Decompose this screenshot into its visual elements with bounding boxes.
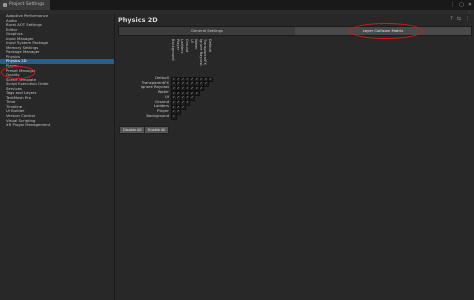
matrix-column-label: TransparentFX [203, 39, 208, 65]
matrix-column-label: Ground [185, 39, 189, 53]
matrix-row-label: Background [146, 112, 169, 118]
matrix-column-label: UI [189, 39, 194, 43]
window-title: Project Settings [9, 2, 45, 7]
more-icon[interactable]: ⋮ [450, 0, 455, 10]
settings-sidebar: Adaptive Performance Audio Burst AOT Setti… [0, 13, 115, 300]
window-tab[interactable]: Project Settings [0, 0, 51, 10]
matrix-column-label: Ladders [180, 39, 185, 54]
layer-collision-matrix: Default TransparentFX Ignore Raycast Water U… [115, 14, 474, 300]
window-titlebar: Project Settings ⋮ ▢ ✕ [0, 0, 474, 10]
settings-panel: Physics 2D ? ⇆ ⋮ General Settings Layer … [115, 14, 474, 300]
enable-all-button[interactable]: Enable All [144, 126, 170, 134]
collision-checkbox[interactable]: ✓ [171, 114, 177, 120]
settings-icon [3, 3, 7, 7]
matrix-column-label: Background [171, 39, 176, 61]
matrix-column-label: Default [208, 39, 212, 53]
maximize-icon[interactable]: ▢ [459, 0, 464, 10]
matrix-column-label: Water [194, 39, 199, 50]
sidebar-item-xr-plugin-management[interactable]: XR Plugin Management [0, 123, 114, 128]
disable-all-button[interactable]: Disable All [119, 126, 146, 134]
